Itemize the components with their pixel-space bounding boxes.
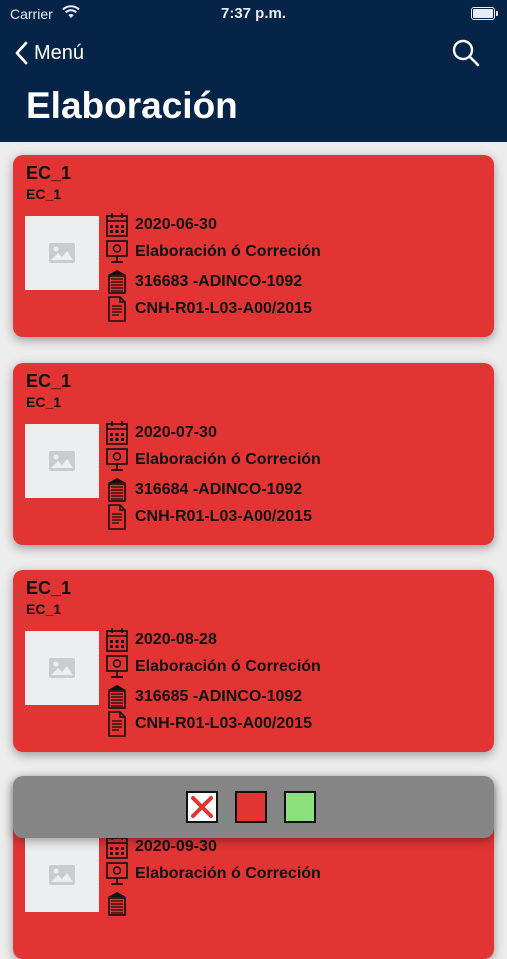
card-title: EC_1: [26, 163, 72, 183]
building-icon: [108, 478, 126, 502]
status-time: 7:37 p.m.: [220, 5, 287, 22]
card-date: 2020-08-28: [135, 631, 217, 648]
building-icon: [108, 685, 126, 709]
card-contract: 316685 -ADINCO-1092: [135, 688, 303, 705]
card-stage: Elaboración ó Correción: [135, 243, 321, 260]
card-document: CNH-R01-L03-A00/2015: [135, 508, 312, 525]
image-placeholder: [25, 216, 99, 290]
stage-row: Elaboración ó Correción: [105, 239, 321, 265]
image-icon: [49, 451, 75, 471]
document-icon: [108, 296, 126, 322]
filter-none-button[interactable]: [186, 791, 218, 823]
close-icon: [191, 796, 213, 818]
battery-icon: [471, 7, 498, 20]
card-subtitle: EC_1: [26, 394, 62, 410]
card-contract: 316683 -ADINCO-1092: [135, 273, 303, 290]
status-filter-bar: [13, 776, 494, 838]
chevron-left-icon: [15, 41, 28, 65]
card-subtitle: EC_1: [26, 186, 62, 202]
image-icon: [49, 865, 75, 885]
contract-row: 316683 -ADINCO-1092: [105, 269, 302, 295]
card-stage: Elaboración ó Correción: [135, 451, 321, 468]
card-contract: 316684 -ADINCO-1092: [135, 481, 303, 498]
list-item[interactable]: EC_1 EC_1 2020-07-30 Elaboración ó Corre…: [13, 363, 494, 545]
list-item[interactable]: EC_1 EC_1 2020-08-28 Elaboración ó Corre…: [13, 570, 494, 752]
document-row: CNH-R01-L03-A00/2015: [105, 711, 312, 737]
stage-row: Elaboración ó Correción: [105, 654, 321, 680]
contract-row: 316685 -ADINCO-1092: [105, 684, 302, 710]
building-icon: [108, 270, 126, 294]
monitor-icon: [106, 655, 128, 678]
monitor-icon: [106, 862, 128, 885]
card-date: 2020-07-30: [135, 424, 217, 441]
card-title: EC_1: [26, 371, 72, 391]
card-document: CNH-R01-L03-A00/2015: [135, 300, 312, 317]
card-date: 2020-06-30: [135, 216, 217, 233]
document-icon: [108, 711, 126, 737]
calendar-icon: [106, 628, 128, 652]
filter-green-button[interactable]: [284, 791, 316, 823]
image-placeholder: [25, 631, 99, 705]
image-placeholder: [25, 424, 99, 498]
back-label: Menú: [34, 41, 85, 64]
document-icon: [108, 504, 126, 530]
list-item[interactable]: EC_1 EC_1 2020-06-30 Elaboración ó Corre…: [13, 155, 494, 337]
card-title: EC_1: [26, 578, 72, 598]
document-row: CNH-R01-L03-A00/2015: [105, 296, 312, 322]
card-date: 2020-09-30: [135, 838, 217, 855]
monitor-icon: [106, 448, 128, 471]
status-bar: Carrier 7:37 p.m.: [0, 0, 507, 28]
card-subtitle: EC_1: [26, 601, 62, 617]
document-row: CNH-R01-L03-A00/2015: [105, 504, 312, 530]
date-row: 2020-07-30: [105, 420, 217, 446]
image-icon: [49, 243, 75, 263]
date-row: 2020-06-30: [105, 212, 217, 238]
contract-row: 316684 -ADINCO-1092: [105, 477, 302, 503]
building-icon: [108, 892, 126, 916]
card-stage: Elaboración ó Correción: [135, 658, 321, 675]
card-document: CNH-R01-L03-A00/2015: [135, 715, 312, 732]
calendar-icon: [106, 421, 128, 445]
page-title: Elaboración: [26, 85, 238, 126]
contract-row: [105, 891, 129, 917]
back-button[interactable]: Menú: [14, 38, 84, 68]
stage-row: Elaboración ó Correción: [105, 861, 321, 887]
date-row: 2020-08-28: [105, 627, 217, 653]
filter-red-button[interactable]: [235, 791, 267, 823]
image-icon: [49, 658, 75, 678]
stage-row: Elaboración ó Correción: [105, 447, 321, 473]
calendar-icon: [106, 213, 128, 237]
monitor-icon: [106, 240, 128, 263]
search-icon[interactable]: [451, 38, 481, 68]
nav-header: Carrier 7:37 p.m. Menú Elaboración: [0, 0, 507, 142]
card-stage: Elaboración ó Correción: [135, 865, 321, 882]
image-placeholder: [25, 838, 99, 912]
